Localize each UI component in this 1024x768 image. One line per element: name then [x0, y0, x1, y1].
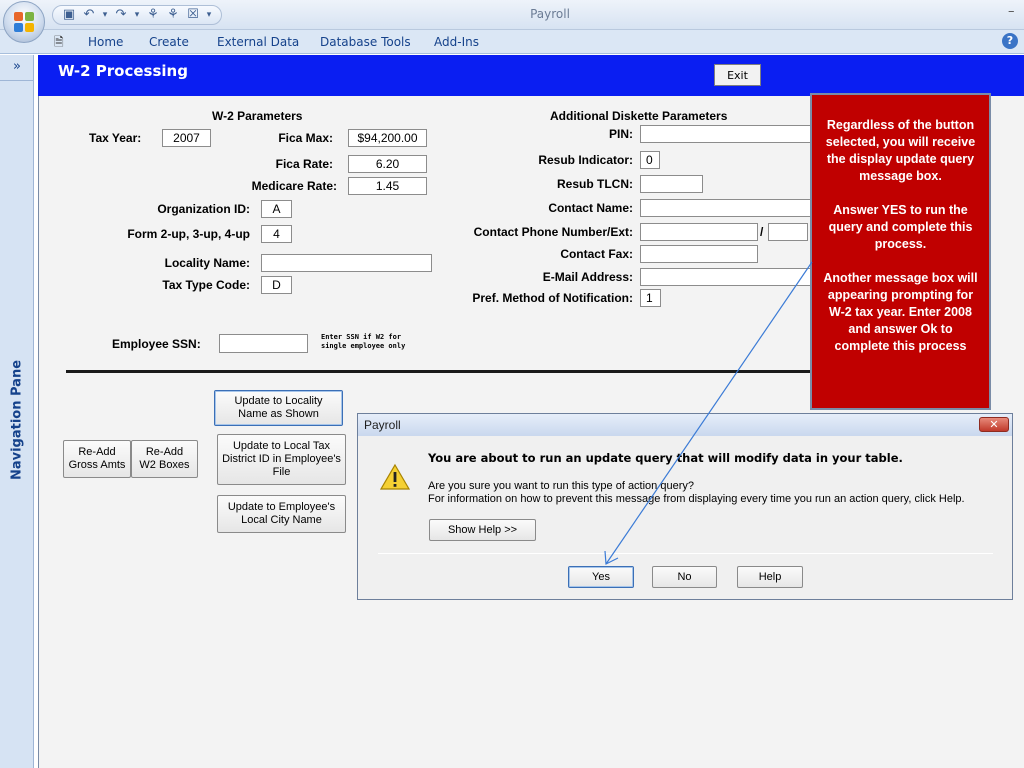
tab-home[interactable]: Home — [88, 35, 123, 49]
tab-add-ins[interactable]: Add-Ins — [434, 35, 479, 49]
ribbon-document-icon[interactable]: 🗎 — [54, 33, 70, 49]
locality-name-label: Locality Name: — [164, 256, 250, 270]
update-tax-district-label-1: Update to Local Tax — [232, 440, 331, 452]
close-icon[interactable]: ☒ — [185, 7, 201, 23]
tab-create[interactable]: Create — [149, 35, 189, 49]
update-tax-district-label-3: File — [272, 466, 291, 478]
form-up-field[interactable]: 4 — [261, 225, 292, 243]
readd-gross-label-2: Gross Amts — [68, 459, 126, 471]
dialog-separator — [378, 553, 993, 554]
tab-external-data[interactable]: External Data — [217, 35, 299, 49]
tax-type-code-label: Tax Type Code: — [162, 278, 250, 292]
form-divider — [66, 370, 826, 373]
show-help-button[interactable]: Show Help >> — [429, 519, 536, 541]
relationships-icon[interactable]: ⚘ — [145, 7, 161, 23]
tab-database-tools[interactable]: Database Tools — [320, 35, 411, 49]
update-locality-label-1: Update to Locality — [234, 395, 323, 407]
contact-name-field[interactable] — [640, 199, 812, 217]
pin-label: PIN: — [609, 127, 633, 141]
employee-ssn-label: Employee SSN: — [112, 337, 201, 351]
phone-ext-separator: / — [760, 225, 764, 239]
pref-method-field[interactable]: 1 — [640, 289, 661, 307]
undo-dropdown-icon[interactable]: ▾ — [101, 7, 109, 23]
dialog-info: For information on how to prevent this m… — [428, 493, 965, 505]
fica-max-label: Fica Max: — [278, 131, 333, 145]
office-button[interactable] — [3, 1, 45, 43]
customize-icon[interactable]: ▾ — [205, 7, 213, 23]
dialog-question: Are you sure you want to run this type o… — [428, 480, 694, 492]
contact-ext-field[interactable] — [768, 223, 808, 241]
redo-dropdown-icon[interactable]: ▾ — [133, 7, 141, 23]
callout-paragraph-1: Regardless of the button selected, you w… — [825, 118, 976, 183]
undo-icon[interactable]: ↶ — [81, 7, 97, 23]
form-up-label: Form 2-up, 3-up, 4-up — [127, 227, 250, 241]
quick-access-toolbar: ▣ ↶ ▾ ↷ ▾ ⚘ ⚘ ☒ ▾ — [52, 5, 222, 25]
fica-rate-label: Fica Rate: — [275, 157, 333, 171]
readd-gross-label-1: Re-Add — [78, 446, 116, 458]
update-city-button[interactable]: Update to Employee's Local City Name — [217, 495, 346, 533]
dialog-title-bar[interactable] — [358, 414, 1012, 436]
update-locality-label-2: Name as Shown — [238, 408, 319, 420]
warning-icon — [380, 463, 410, 490]
organization-id-label: Organization ID: — [157, 202, 250, 216]
callout-paragraph-2: Answer YES to run the query and complete… — [828, 203, 973, 251]
contact-name-label: Contact Name: — [548, 201, 633, 215]
ssn-hint-line-1: Enter SSN if W2 for — [321, 333, 402, 341]
exit-button[interactable]: Exit — [714, 64, 761, 86]
dialog-title: Payroll — [364, 418, 401, 432]
medicare-rate-field[interactable]: 1.45 — [348, 177, 427, 195]
tax-year-label: Tax Year: — [89, 131, 142, 145]
relationships-icon[interactable]: ⚘ — [165, 7, 181, 23]
no-button[interactable]: No — [652, 566, 717, 588]
form-title: W-2 Processing — [58, 62, 188, 80]
instruction-callout: Regardless of the button selected, you w… — [810, 93, 991, 410]
help-button[interactable]: Help — [737, 566, 803, 588]
nav-pane-toggle-button[interactable]: » — [0, 55, 34, 81]
organization-id-field[interactable]: A — [261, 200, 292, 218]
w2-parameters-header: W-2 Parameters — [212, 109, 303, 123]
update-locality-button[interactable]: Update to Locality Name as Shown — [214, 390, 343, 426]
readd-w2-label-1: Re-Add — [145, 446, 184, 458]
resub-indicator-label: Resub Indicator: — [538, 153, 633, 167]
email-field[interactable] — [640, 268, 812, 286]
resub-tlcn-field[interactable] — [640, 175, 703, 193]
locality-name-field[interactable] — [261, 254, 432, 272]
pin-field[interactable] — [640, 125, 812, 143]
contact-phone-field[interactable] — [640, 223, 758, 241]
pref-method-label: Pref. Method of Notification: — [472, 291, 633, 305]
fica-rate-field[interactable]: 6.20 — [348, 155, 427, 173]
update-tax-district-button[interactable]: Update to Local Tax District ID in Emplo… — [217, 434, 346, 485]
ssn-hint-line-2: single employee only — [321, 342, 406, 350]
contact-phone-label: Contact Phone Number/Ext: — [473, 225, 633, 239]
update-city-label-1: Update to Employee's — [227, 501, 336, 513]
dialog-message: You are about to run an update query tha… — [428, 451, 903, 465]
fica-max-field[interactable]: $94,200.00 — [348, 129, 427, 147]
email-label: E-Mail Address: — [542, 270, 633, 284]
medicare-rate-label: Medicare Rate: — [251, 179, 337, 193]
redo-icon[interactable]: ↷ — [113, 7, 129, 23]
readd-gross-amts-button[interactable]: Re-Add Gross Amts — [63, 440, 131, 478]
help-icon[interactable]: ? — [1002, 33, 1018, 49]
additional-diskette-header: Additional Diskette Parameters — [550, 109, 728, 123]
tax-year-field[interactable]: 2007 — [162, 129, 211, 147]
dialog-close-button[interactable]: ✕ — [979, 417, 1009, 432]
employee-ssn-field[interactable] — [219, 334, 308, 353]
resub-tlcn-label: Resub TLCN: — [557, 177, 633, 191]
update-tax-district-label-2: District ID in Employee's — [222, 453, 341, 465]
tax-type-code-field[interactable]: D — [261, 276, 292, 294]
minimize-button[interactable]: – — [1008, 4, 1015, 19]
readd-w2-boxes-button[interactable]: Re-Add W2 Boxes — [131, 440, 198, 478]
yes-button[interactable]: Yes — [568, 566, 634, 588]
callout-paragraph-3: Another message box will appearing promp… — [823, 271, 978, 353]
save-icon[interactable]: ▣ — [61, 7, 77, 23]
resub-indicator-field[interactable]: 0 — [640, 151, 660, 169]
update-city-label-2: Local City Name — [241, 514, 322, 526]
readd-w2-label-2: W2 Boxes — [139, 459, 190, 471]
contact-fax-field[interactable] — [640, 245, 758, 263]
contact-fax-label: Contact Fax: — [560, 247, 633, 261]
nav-pane-label[interactable]: Navigation Pane — [10, 360, 25, 480]
office-logo-icon — [14, 12, 34, 32]
